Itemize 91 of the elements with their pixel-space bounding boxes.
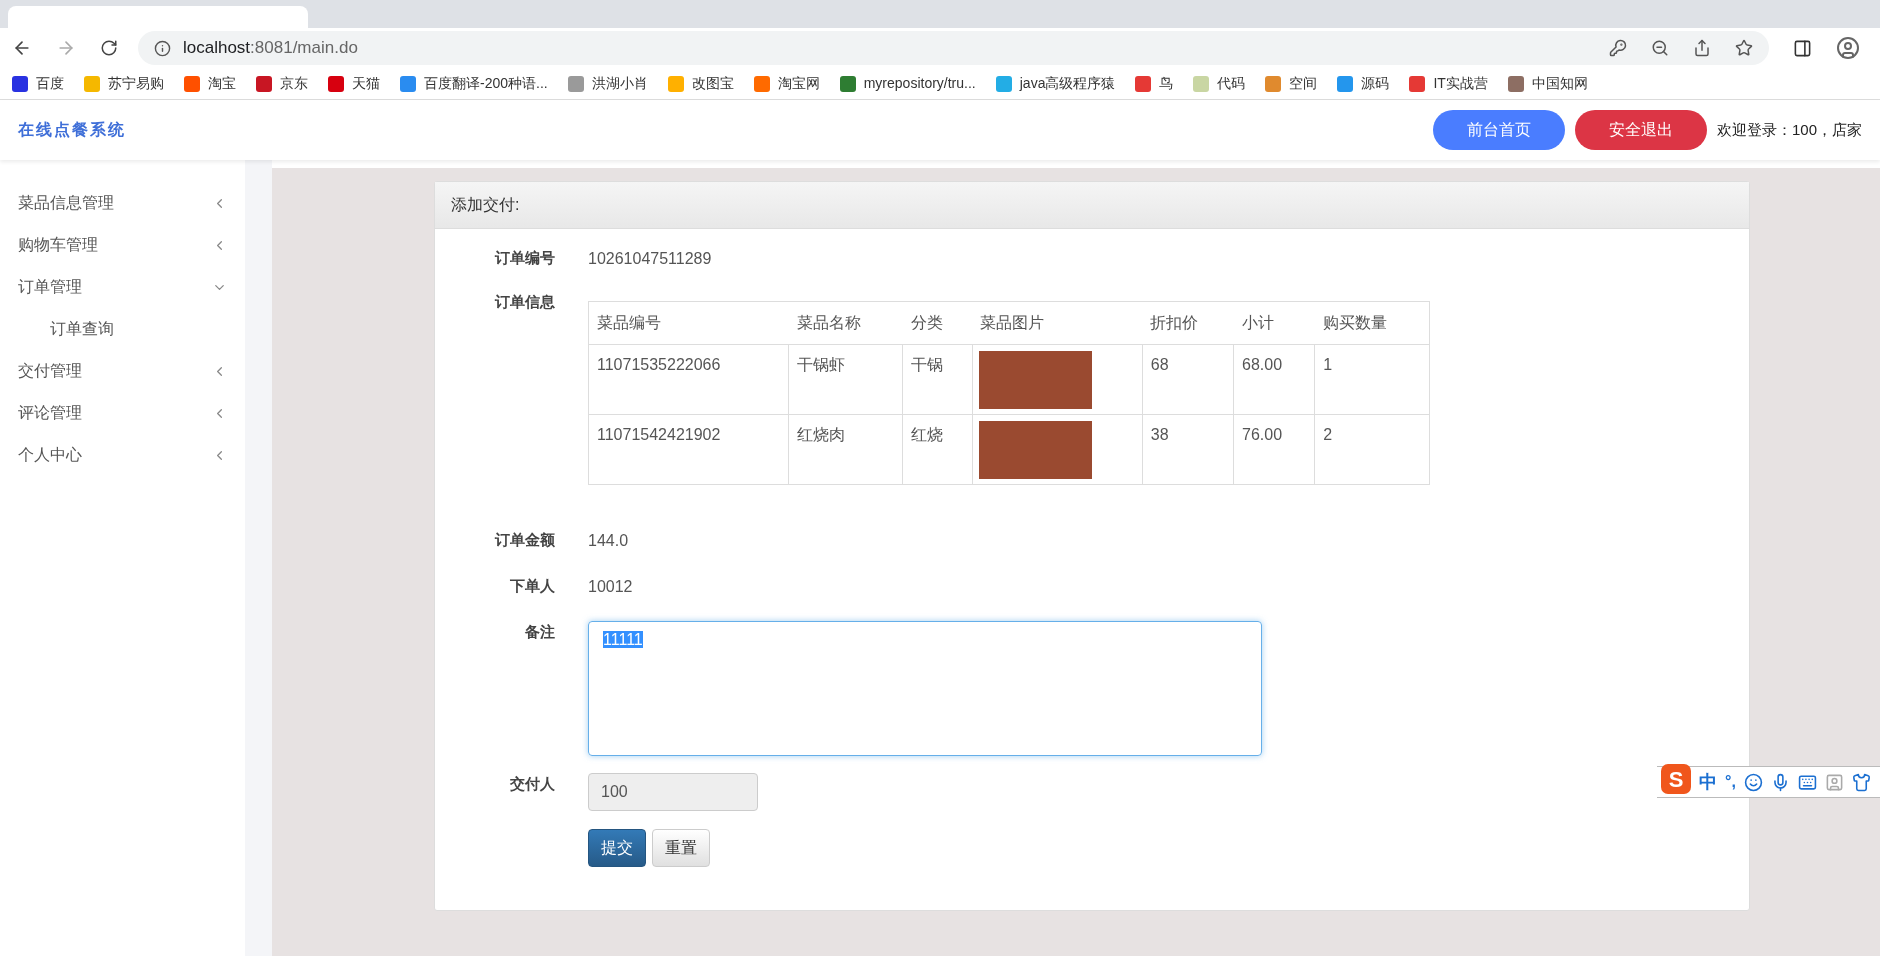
sidebar-item[interactable]: 菜品信息管理 <box>0 182 245 224</box>
sidebar-subitem[interactable]: 订单查询 <box>0 308 245 350</box>
bookmark-label: 洪湖小肖 <box>591 74 648 93</box>
sidebar-item[interactable]: 交付管理 <box>0 350 245 392</box>
address-url: localhost:8081/main.do <box>183 37 359 60</box>
keyboard-icon[interactable] <box>1797 772 1817 792</box>
sidebar-item[interactable]: 购物车管理 <box>0 224 245 266</box>
star-icon[interactable] <box>1735 39 1753 57</box>
table-cell: 红烧肉 <box>788 414 903 485</box>
info-icon[interactable] <box>154 39 171 57</box>
bookmark-label: 代码 <box>1217 74 1246 93</box>
field-label: 订单编号 <box>493 248 555 268</box>
table-cell: 11071535222066 <box>588 344 789 415</box>
table-cell: 11071542421902 <box>588 414 789 485</box>
shirt-icon[interactable] <box>1851 772 1871 792</box>
ime-punctuation[interactable]: °, <box>1725 770 1736 794</box>
sidebar-item[interactable]: 订单管理 <box>0 266 245 308</box>
bookmark-label: 百度 <box>36 74 64 93</box>
header-button[interactable]: 安全退出 <box>1574 110 1707 150</box>
header-button[interactable]: 前台首页 <box>1432 110 1565 150</box>
bookmark[interactable]: 京东 <box>248 69 316 98</box>
column-header: 分类 <box>902 301 973 345</box>
bookmark[interactable]: 鸟 <box>1127 69 1182 98</box>
ime-mode[interactable]: 中 <box>1699 768 1717 796</box>
order-amount: 144.0 <box>588 531 629 551</box>
table-cell: 干锅 <box>902 344 973 415</box>
field-label: 备注 <box>524 622 555 642</box>
side-panel-icon[interactable] <box>1793 38 1812 58</box>
bookmark-label: 中国知网 <box>1531 74 1588 93</box>
order-number: 10261047511289 <box>588 249 712 269</box>
bookmark-label: 苏宁易购 <box>108 74 164 93</box>
bookmark-label: 空间 <box>1289 74 1318 93</box>
field-label: 下单人 <box>509 576 555 596</box>
card-title: 添加交付: <box>451 195 520 215</box>
bookmark-label: myrepository/tru... <box>863 74 976 93</box>
table-cell: 38 <box>1142 414 1234 485</box>
bookmark[interactable]: IT实战营 <box>1401 69 1496 98</box>
form-button[interactable]: 重置 <box>652 829 710 867</box>
field-label: 订单信息 <box>493 292 555 312</box>
column-header: 菜品名称 <box>788 301 903 345</box>
key-icon[interactable] <box>1609 39 1627 57</box>
bookmark-label: IT实战营 <box>1433 74 1488 93</box>
zoom-out-icon[interactable] <box>1651 39 1669 57</box>
bookmark-label: 百度翻译-200种语... <box>424 74 548 93</box>
bookmark[interactable]: java高级程序猿 <box>987 69 1124 98</box>
share-icon[interactable] <box>1693 39 1711 57</box>
sidebar-item[interactable]: 评论管理 <box>0 392 245 434</box>
bookmark[interactable]: 中国知网 <box>1499 69 1596 98</box>
bookmark[interactable]: 苏宁易购 <box>76 69 172 98</box>
bookmark-label: java高级程序猿 <box>1019 74 1116 93</box>
form-button[interactable]: 提交 <box>588 829 646 867</box>
bookmark[interactable]: 代码 <box>1185 69 1254 98</box>
bookmark[interactable]: 百度 <box>4 69 72 98</box>
column-header: 菜品编号 <box>588 301 789 345</box>
address-bar[interactable]: localhost:8081/main.do <box>138 31 1769 65</box>
bookmark[interactable]: 源码 <box>1329 69 1398 98</box>
bookmark[interactable]: 淘宝网 <box>745 69 828 98</box>
bookmark-label: 改图宝 <box>691 74 734 93</box>
bookmark-label: 淘宝 <box>208 74 236 93</box>
column-header: 菜品图片 <box>972 301 1143 345</box>
bookmark[interactable]: 百度翻译-200种语... <box>392 69 556 98</box>
table-cell: 68 <box>1142 344 1234 415</box>
field-label: 订单金额 <box>493 530 555 550</box>
field-label: 交付人 <box>509 774 555 794</box>
table-cell: 76.00 <box>1233 414 1315 485</box>
orderer-id: 10012 <box>588 577 633 597</box>
table-cell: 1 <box>1314 344 1430 415</box>
bookmark[interactable]: 改图宝 <box>659 69 742 98</box>
bookmark-label: 天猫 <box>352 74 380 93</box>
bookmark[interactable]: 天猫 <box>320 69 388 98</box>
reload-icon[interactable] <box>100 39 118 57</box>
column-header: 折扣价 <box>1142 301 1234 345</box>
bookmark-label: 淘宝网 <box>777 74 820 93</box>
bookmark-label: 源码 <box>1361 74 1390 93</box>
smile-icon[interactable] <box>1743 772 1763 792</box>
bookmark[interactable]: myrepository/tru... <box>831 69 984 98</box>
sidebar-item[interactable]: 个人中心 <box>0 434 245 476</box>
bookmark[interactable]: 淘宝 <box>176 69 244 98</box>
table-cell: 干锅虾 <box>788 344 903 415</box>
bookmark[interactable]: 洪湖小肖 <box>559 69 656 98</box>
table-cell: 红烧 <box>902 414 973 485</box>
bookmark-label: 京东 <box>280 74 308 93</box>
bookmark-label: 鸟 <box>1159 74 1174 93</box>
welcome-text: 欢迎登录：100，店家 <box>1716 119 1862 140</box>
profile-icon[interactable] <box>1836 36 1860 60</box>
table-cell: 68.00 <box>1233 344 1315 415</box>
table-cell: 2 <box>1314 414 1430 485</box>
app-logo: 在线点餐系统 <box>18 120 126 140</box>
column-header: 小计 <box>1233 301 1315 345</box>
column-header: 购买数量 <box>1314 301 1430 345</box>
bookmark[interactable]: 空间 <box>1257 69 1326 98</box>
